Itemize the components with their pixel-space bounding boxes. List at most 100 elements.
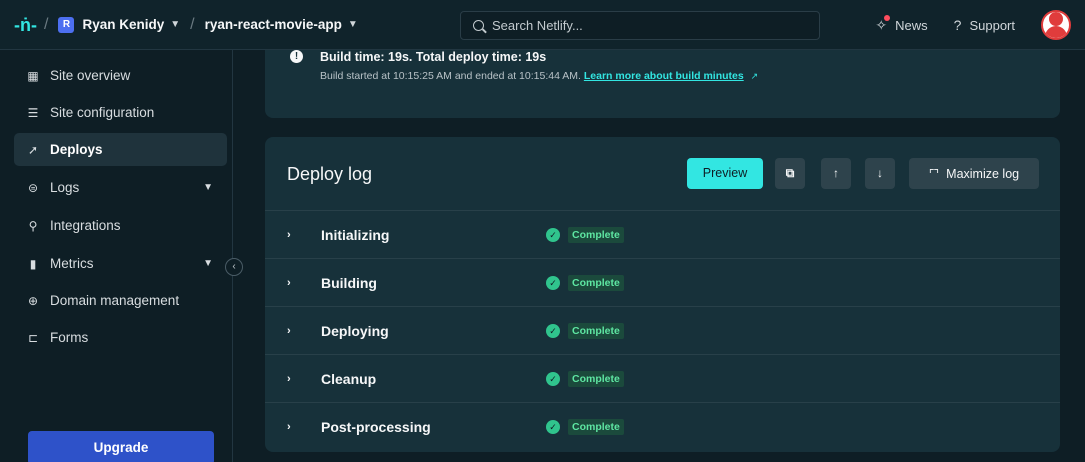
- sidebar-item-label: Site overview: [50, 68, 131, 83]
- logs-icon: ⊜: [27, 180, 39, 195]
- sidebar: ▦ Site overview ☰ Site configuration ➚ D…: [0, 50, 233, 462]
- sidebar-item-site-overview[interactable]: ▦ Site overview: [14, 59, 227, 92]
- log-step-row[interactable]: › Building ✓ Complete: [265, 258, 1060, 306]
- copy-log-button[interactable]: ⧉: [775, 158, 805, 189]
- log-step-label: Initializing: [321, 226, 390, 243]
- sidebar-item-label: Forms: [50, 330, 89, 345]
- top-bar: -ṅ- / R Ryan Kenidy ▼ / ryan-react-movie…: [0, 0, 1085, 50]
- top-right-actions: ✧ News ? Support: [875, 0, 1071, 50]
- chevron-right-icon: ›: [287, 324, 291, 337]
- notification-dot: [884, 14, 891, 21]
- status-badge: Complete: [568, 274, 624, 291]
- maximize-icon: ⌜⌝: [928, 166, 939, 181]
- sidebar-item-label: Site configuration: [50, 105, 155, 120]
- chevron-down-icon: ▼: [347, 19, 358, 30]
- maximize-log-button[interactable]: ⌜⌝ Maximize log: [909, 158, 1039, 189]
- maximize-label: Maximize log: [946, 166, 1020, 181]
- sidebar-item-label: Metrics: [50, 256, 94, 271]
- arrow-down-icon: ↓: [877, 166, 883, 180]
- sidebar-item-integrations[interactable]: ⚲ Integrations: [14, 209, 227, 242]
- build-time-subtitle: Build started at 10:15:25 AM and ended a…: [320, 70, 758, 82]
- sidebar-item-site-configuration[interactable]: ☰ Site configuration: [14, 96, 227, 129]
- log-step-row[interactable]: › Deploying ✓ Complete: [265, 306, 1060, 354]
- user-avatar[interactable]: [1041, 10, 1071, 40]
- breadcrumb-separator: /: [44, 15, 49, 33]
- bar-chart-icon: ▮: [29, 256, 37, 271]
- log-step-status: ✓ Complete: [546, 274, 624, 291]
- log-step-label: Post-processing: [321, 418, 431, 435]
- news-link[interactable]: ✧ News: [875, 14, 928, 34]
- check-circle-icon: ✓: [546, 323, 560, 338]
- scroll-bottom-button[interactable]: ↓: [865, 158, 895, 189]
- log-step-status: ✓ Complete: [546, 322, 624, 339]
- check-circle-icon: ✓: [546, 227, 560, 242]
- breadcrumb-separator: /: [190, 15, 195, 33]
- upgrade-button[interactable]: Upgrade: [28, 431, 214, 462]
- log-step-row[interactable]: › Initializing ✓ Complete: [265, 210, 1060, 258]
- help-circle-icon: ?: [953, 17, 962, 33]
- team-switcher[interactable]: R Ryan Kenidy ▼: [58, 16, 181, 33]
- globe-icon: ⊕: [27, 293, 39, 308]
- search-icon: [473, 20, 484, 31]
- log-step-label: Deploying: [321, 322, 389, 339]
- check-circle-icon: ✓: [546, 275, 560, 290]
- rocket-icon: ➚: [27, 142, 39, 157]
- sidebar-item-logs[interactable]: ⊜ Logs ▼: [14, 171, 227, 204]
- sidebar-item-domain-management[interactable]: ⊕ Domain management: [14, 284, 227, 317]
- sidebar-item-label: Deploys: [50, 142, 103, 157]
- preview-button[interactable]: Preview: [687, 158, 763, 189]
- log-step-row[interactable]: › Cleanup ✓ Complete: [265, 354, 1060, 402]
- deploy-log-card: Deploy log Preview ⧉ ↑ ↓ ⌜⌝ Maximize log…: [265, 137, 1060, 452]
- build-minutes-link[interactable]: Learn more about build minutes: [584, 70, 744, 82]
- scroll-top-button[interactable]: ↑: [821, 158, 851, 189]
- status-badge: Complete: [568, 370, 624, 387]
- log-step-status: ✓ Complete: [546, 418, 624, 435]
- log-step-status: ✓ Complete: [546, 226, 624, 243]
- chevron-down-icon: ▼: [203, 258, 213, 269]
- deploy-log-title: Deploy log: [287, 164, 373, 184]
- team-name: Ryan Kenidy: [82, 17, 165, 32]
- copy-icon: ⧉: [785, 166, 795, 180]
- build-time-title: Build time: 19s. Total deploy time: 19s: [320, 50, 547, 64]
- chevron-right-icon: ›: [287, 228, 291, 241]
- sidebar-item-metrics[interactable]: ▮ Metrics ▼: [14, 247, 227, 280]
- status-badge: Complete: [568, 322, 624, 339]
- grid-icon: ▦: [27, 68, 39, 83]
- forms-icon: ⊏: [27, 330, 39, 345]
- chevron-right-icon: ›: [287, 276, 291, 289]
- status-badge: Complete: [568, 226, 624, 243]
- external-link-icon: ↗: [750, 71, 759, 81]
- news-label: News: [895, 17, 928, 33]
- chevron-right-icon: ›: [287, 372, 291, 385]
- chevron-right-icon: ›: [287, 420, 291, 433]
- support-label: Support: [969, 17, 1015, 33]
- log-step-label: Building: [321, 274, 377, 291]
- sidebar-item-label: Domain management: [50, 293, 180, 308]
- search-placeholder: Search Netlify...: [492, 18, 583, 33]
- collapse-sidebar-button[interactable]: ‹: [225, 258, 243, 276]
- sidebar-item-label: Integrations: [50, 218, 121, 233]
- sidebar-item-deploys[interactable]: ➚ Deploys: [14, 133, 227, 166]
- support-link[interactable]: ? Support: [954, 17, 1015, 33]
- site-name: ryan-react-movie-app: [204, 17, 342, 32]
- search-input[interactable]: Search Netlify...: [460, 11, 820, 40]
- site-switcher[interactable]: ryan-react-movie-app ▼: [205, 17, 358, 32]
- chevron-down-icon: ▼: [170, 19, 181, 30]
- arrow-up-icon: ↑: [833, 166, 839, 180]
- check-circle-icon: ✓: [546, 419, 560, 434]
- build-time-detail: Build started at 10:15:25 AM and ended a…: [320, 70, 581, 82]
- megaphone-icon: ✧: [875, 14, 891, 34]
- plug-icon: ⚲: [28, 218, 38, 233]
- log-step-label: Cleanup: [321, 370, 377, 387]
- status-badge: Complete: [568, 418, 624, 435]
- chevron-down-icon: ▼: [203, 182, 213, 193]
- log-step-status: ✓ Complete: [546, 370, 624, 387]
- info-icon: !: [290, 50, 303, 63]
- netlify-logo-icon[interactable]: -ṅ-: [14, 15, 37, 35]
- log-step-row[interactable]: › Post-processing ✓ Complete: [265, 402, 1060, 450]
- team-avatar: R: [58, 16, 75, 33]
- sidebar-item-forms[interactable]: ⊏ Forms: [14, 321, 227, 354]
- sidebar-item-label: Logs: [50, 180, 80, 195]
- check-circle-icon: ✓: [546, 371, 560, 386]
- build-info-card: ! Build time: 19s. Total deploy time: 19…: [265, 50, 1060, 118]
